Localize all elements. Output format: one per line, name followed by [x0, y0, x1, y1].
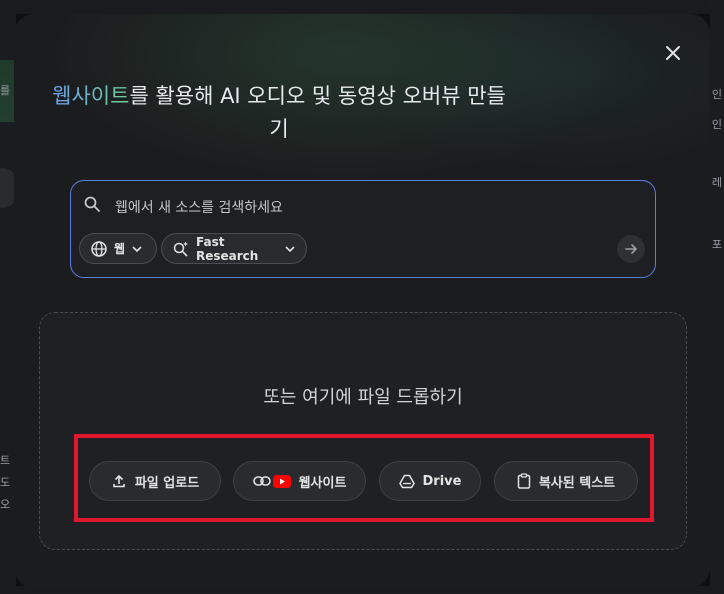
- close-button[interactable]: [658, 38, 688, 68]
- add-website-label: 웹사이트: [298, 475, 347, 491]
- research-mode-label: Fast Research: [196, 234, 259, 263]
- dialog-title: 웹사이트를 활용해 AI 오디오 및 동영상 오버뷰 만들 기: [34, 80, 524, 146]
- web-search-box: 웹에서 새 소스를 검색하세요 웹 Fast Research: [70, 180, 656, 278]
- link-icon: [252, 475, 271, 487]
- background-text: 도: [0, 476, 11, 489]
- background-text: 를: [0, 84, 11, 97]
- chevron-down-icon: [131, 243, 143, 255]
- add-drive-button[interactable]: Drive: [379, 461, 481, 501]
- background-text: 레: [711, 176, 722, 189]
- sparkle-search-icon: [172, 240, 190, 258]
- source-type-label: 웹: [114, 242, 126, 256]
- arrow-right-icon: [625, 244, 638, 254]
- add-website-button[interactable]: 웹사이트: [233, 461, 366, 501]
- add-drive-label: Drive: [422, 473, 462, 489]
- upload-file-button[interactable]: 파일 업로드: [89, 461, 221, 501]
- title-text-line2: 기: [269, 117, 289, 141]
- background-text: 인: [711, 118, 722, 131]
- add-source-dialog: 웹사이트를 활용해 AI 오디오 및 동영상 오버뷰 만들 기 웹에서 새 소스…: [14, 14, 710, 588]
- search-icon: [83, 195, 101, 213]
- drive-icon: [398, 474, 415, 489]
- upload-icon: [111, 473, 127, 489]
- title-highlight: 웹사이트: [52, 84, 130, 108]
- research-mode-dropdown[interactable]: Fast Research: [161, 233, 307, 264]
- file-drop-zone[interactable]: 또는 여기에 파일 드롭하기 파일 업로드 웹사이트 Drive 복사된 텍스트: [39, 312, 687, 550]
- background-text: 오: [0, 498, 11, 511]
- background-text: 트: [0, 454, 11, 467]
- youtube-icon: [272, 474, 291, 488]
- chevron-down-icon: [284, 243, 296, 255]
- submit-search-button[interactable]: [617, 235, 645, 263]
- paste-text-button[interactable]: 복사된 텍스트: [494, 461, 638, 501]
- background-text: 포: [711, 238, 722, 251]
- clipboard-icon: [517, 473, 531, 489]
- source-type-dropdown[interactable]: 웹: [79, 233, 157, 264]
- drop-zone-label: 또는 여기에 파일 드롭하기: [263, 387, 463, 408]
- paste-text-label: 복사된 텍스트: [538, 475, 616, 491]
- close-icon: [666, 46, 680, 60]
- background-text: 인: [711, 88, 722, 101]
- title-text: 를 활용해 AI 오디오 및 동영상 오버뷰 만들: [129, 84, 506, 108]
- search-input[interactable]: 웹에서 새 소스를 검색하세요: [115, 197, 283, 217]
- globe-icon: [90, 240, 108, 258]
- upload-file-label: 파일 업로드: [134, 475, 200, 491]
- background-right-panel: 인 인 레 포: [710, 0, 724, 594]
- background-top-bar: [0, 0, 724, 14]
